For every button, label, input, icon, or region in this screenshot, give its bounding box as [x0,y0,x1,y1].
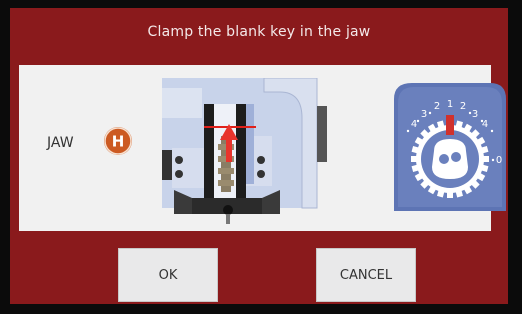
jaw-clamp-diagram [162,78,327,224]
dial-label: 2 [434,101,440,112]
jaw-label: JAW [47,135,74,151]
dial-label: 4 [411,119,417,130]
depth-dial: 4 3 2 1 2 3 4 0 [394,83,506,211]
screen: Clamp the blank key in the jaw JAW H 4 3… [10,8,508,304]
dial-label: 3 [472,109,478,120]
page-title: Clamp the blank key in the jaw [147,24,371,40]
jaw-h-icon: H [104,127,132,155]
cancel-button[interactable]: CANCEL [316,248,416,302]
content-panel: JAW H 4 3 2 1 2 3 4 0 [19,65,506,231]
jaw-badge-letter: H [112,133,125,151]
jaw-type-badge: H [104,127,132,155]
dial-label: 3 [421,109,427,120]
dial-label: 2 [460,101,466,112]
dial-label: 1 [447,99,453,110]
ok-button[interactable]: OK [118,248,218,302]
dial-label: 0 [496,155,502,166]
